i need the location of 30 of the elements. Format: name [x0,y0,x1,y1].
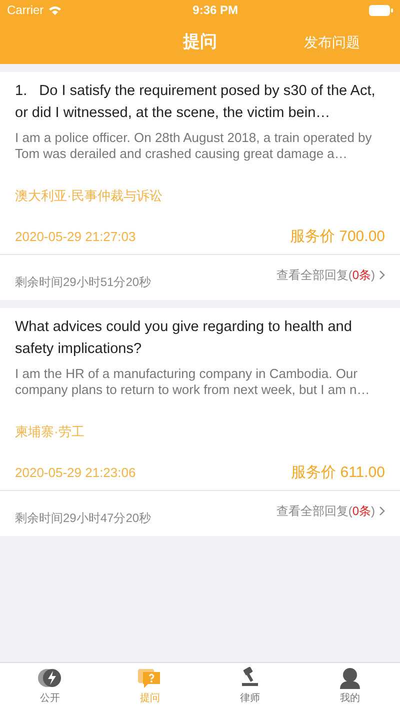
date-label: 2020-05-29 21:27:03 [15,228,136,246]
gavel-icon [239,667,261,689]
clock: 9:36 PM [192,2,238,19]
chevron-right-icon [379,270,385,280]
price-label: 服务价 611.00 [291,462,385,482]
page-title: 提问 [183,31,217,54]
tab[interactable]: 公开 [0,663,100,710]
question-card[interactable] [0,72,400,300]
date-label: 2020-05-29 21:23:06 [15,464,136,482]
person-icon [339,667,361,689]
category-label: 澳大利亚·民事仲裁与诉讼 [15,187,164,205]
question-body: I am a police officer. On 28th August 2018, a train operated by Tom was derailed and crashed causing great damage a… [15,130,373,162]
battery-icon [369,4,393,16]
price-label: 服务价 700.00 [290,226,385,246]
question-bubble-icon [138,667,162,689]
chevron-right-icon [379,506,385,516]
tab[interactable]: 我的 [300,663,400,710]
category-label: 柬埔寨·劳工 [15,423,86,441]
view-replies-link[interactable]: 查看全部回复(0条) [276,502,385,520]
question-body: I am the HR of a manufacturing company in Cambodia. Our company plans to return to work from next week, but I am n… [15,366,371,398]
carrier-label: Carrier [7,2,44,19]
tab[interactable]: 律师 [200,663,300,710]
bolt-icon [37,667,63,689]
view-replies-link[interactable]: 查看全部回复(0条) [276,266,385,284]
question-title: 1. Do I satisfy the requirement posed by s30 of the Act, or did I witnessed, at the scene, the victim bein… [15,82,376,123]
wifi-icon [48,5,62,15]
question-card[interactable] [0,308,400,536]
remaining-time: 剩余时间29小时47分20秒 [15,510,152,526]
question-title: What advices could you give regarding to health and safety implications? [15,318,353,359]
remaining-time: 剩余时间29小时51分20秒 [15,274,152,290]
